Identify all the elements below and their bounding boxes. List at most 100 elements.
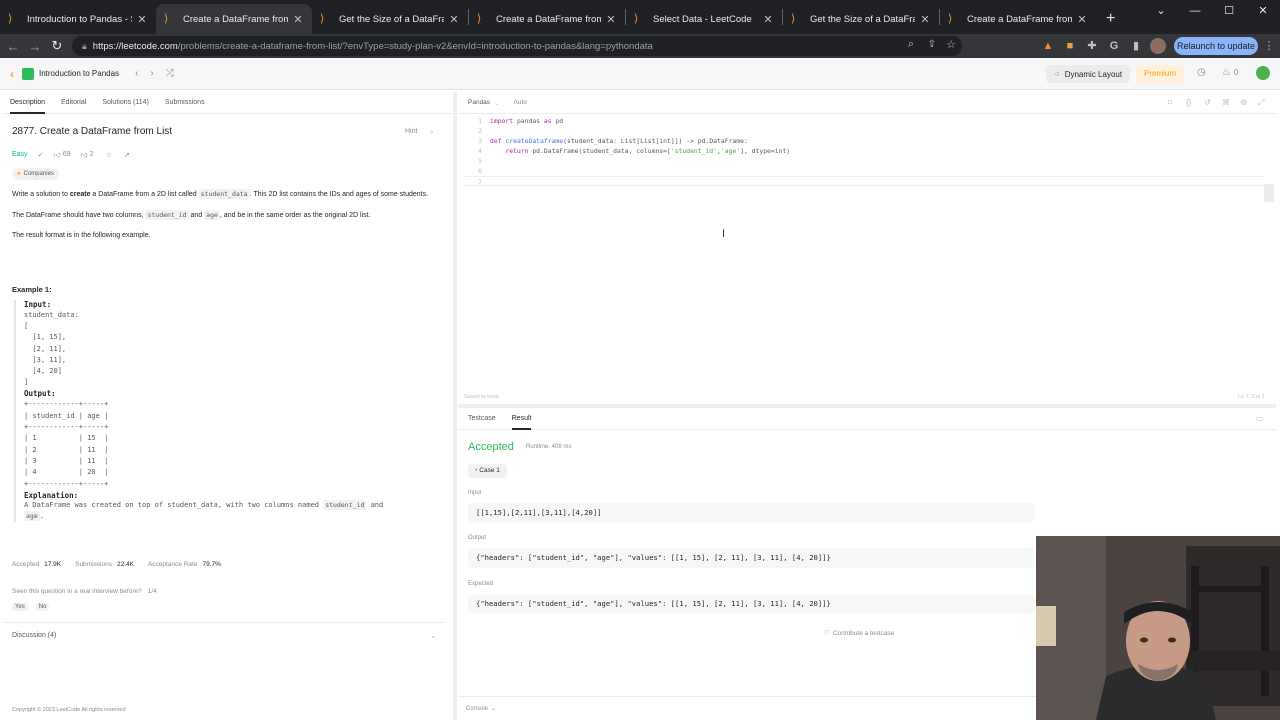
browser-tab[interactable]: ⟩ Get the Size of a DataFrame ✕ [312,4,468,34]
browser-tab-active[interactable]: ⟩ Create a DataFrame from List ✕ [156,4,312,34]
user-avatar[interactable] [1256,66,1270,80]
line-number: 2 [478,127,482,135]
text: . This 2D list contains the IDs and ages… [249,191,429,198]
forward-icon[interactable]: → [24,39,46,54]
inline-code: student_id [145,209,189,220]
next-problem-icon[interactable]: › [150,68,153,79]
lock-icon: 🔒︎ [82,40,87,51]
tab-submissions[interactable]: Submissions [165,92,205,114]
browser-tab[interactable]: ⟩ Introduction to Pandas - Stud ✕ [0,4,156,34]
close-icon[interactable]: ✕ [136,13,148,26]
expand-icon[interactable]: ⤢ [1258,98,1264,108]
close-icon[interactable]: ✕ [762,13,774,26]
discussion-toggle[interactable]: Discussion (4) [12,632,56,639]
browser-tab[interactable]: ⟩ Create a DataFrame from List ✕ [469,4,625,34]
tab-editorial[interactable]: Editorial [61,92,86,114]
tab-description[interactable]: Description [10,92,46,114]
star-icon[interactable]: ☆ [106,151,112,159]
code-line: 5 [464,156,490,166]
prev-problem-icon[interactable]: ‹ [135,68,138,79]
companies-tag[interactable]: ● Companies [12,168,59,180]
leetcode-favicon-icon: ⟩ [948,13,953,25]
new-tab-button[interactable]: + [1096,4,1125,34]
code-text: def createDataframe(student_data: List[L… [490,137,748,145]
inline-code: age [24,511,40,522]
thumbs-up-icon[interactable]: 👍︎ [53,150,60,159]
bookmark-icon[interactable]: ⌑ [1168,98,1172,107]
editor-side-tab[interactable] [1264,184,1274,202]
tab-result[interactable]: Result [511,408,531,430]
reload-icon[interactable]: ↻ [46,38,68,54]
line-number: 7 [478,178,482,186]
share-icon[interactable]: ↗ [124,151,130,159]
dynamic-layout-button[interactable]: ⁘ Dynamic Layout [1046,65,1131,83]
extension-icon[interactable]: ■ [1062,38,1078,54]
close-icon[interactable]: ✕ [1076,13,1088,26]
study-plan-title[interactable]: Introduction to Pandas [39,69,119,78]
contribute-testcase-link[interactable]: ♡ Contribute a testcase [824,629,894,637]
text: Seen this question in a real interview b… [12,588,142,595]
reset-icon[interactable]: ↺ [1204,98,1211,107]
leetcode-logo-icon[interactable]: ‹ [10,67,14,81]
console-toggle[interactable]: Console ⌄ [466,705,496,712]
description-tabs: Description Editorial Solutions (114) Su… [4,92,452,114]
collapse-icon[interactable]: ▭ [1256,414,1264,423]
example-output-table: +------------+-----+ | student_id | age … [24,400,109,488]
back-icon[interactable]: ← [2,39,24,54]
close-icon[interactable]: ✕ [919,13,931,26]
chevron-down-icon[interactable]: ⌄ [430,631,437,640]
stat-value: 22.4K [116,561,134,568]
settings-gear-icon[interactable]: ⚙ [1240,98,1247,107]
browser-tab[interactable]: ⟩ Select Data - LeetCode ✕ [626,4,782,34]
close-icon[interactable]: ✕ [292,13,304,26]
extension-fox-icon[interactable]: ▲ [1040,38,1056,54]
thumbs-down-icon[interactable]: 👎︎ [81,150,88,159]
side-panel-icon[interactable]: ▮ [1128,38,1144,54]
yes-button[interactable]: Yes [12,603,28,611]
problem-description: Write a solution to create a DataFrame f… [12,189,442,242]
maximize-icon[interactable]: ☐ [1212,0,1246,24]
minimize-icon[interactable]: — [1178,0,1212,24]
shortcut-icon[interactable]: ⌘ [1222,98,1230,107]
output-value: {"headers": ["student_id", "age"], "valu… [468,548,1034,568]
browser-tab[interactable]: ⟩ Get the Size of a DataFrame ✕ [783,4,939,34]
premium-button[interactable]: Premium [1136,65,1185,83]
hint-button[interactable]: Hint [405,128,417,135]
relaunch-button[interactable]: Relaunch to update [1174,37,1258,55]
tab-title: Introduction to Pandas - Stud [27,13,132,25]
code-line: 2 [464,126,490,136]
auto-complete-toggle[interactable]: Auto [514,99,527,106]
close-icon[interactable]: ✕ [605,13,617,26]
profile-avatar[interactable] [1150,38,1166,54]
code-area[interactable]: 1 import pandas as pd 2 3 def createDatafr… [464,116,1264,186]
leetcode-favicon-icon: ⟩ [320,13,325,25]
shuffle-icon[interactable]: ⤮ [166,68,174,79]
language-selector[interactable]: Pandas [468,99,490,106]
tab-solutions[interactable]: Solutions (114) [102,92,149,114]
tab-testcase[interactable]: Testcase [468,408,496,430]
google-icon[interactable]: G [1106,38,1122,54]
vertical-splitter[interactable] [453,92,457,720]
braces-icon[interactable]: {} [1186,98,1191,107]
search-icon[interactable]: ⌕ [908,38,914,51]
divider [4,622,444,623]
text: and [188,211,205,219]
bookmark-star-icon[interactable]: ☆ [946,38,956,51]
close-window-icon[interactable]: ✕ [1246,0,1280,24]
url-text: https://leetcode.com/problems/create-a-d… [93,41,653,52]
url-input[interactable]: 🔒︎ https://leetcode.com/problems/create-… [72,36,962,56]
timer-icon[interactable]: ◷ [1197,67,1206,78]
extensions-puzzle-icon[interactable]: ✚ [1084,38,1100,54]
leetcode-top-nav: ‹ Introduction to Pandas ‹ › ⤮ ⁘ Dynamic… [0,58,1280,90]
browser-tab[interactable]: ⟩ Create a DataFrame from List ✕ [940,4,1096,34]
close-icon[interactable]: ✕ [448,13,460,26]
text: , and be in the same order as the origin… [219,211,371,219]
webcam-image [1036,536,1280,720]
no-button[interactable]: No [35,603,50,611]
tab-search-icon[interactable]: ⌄ [1144,0,1178,24]
streak-flame-icon[interactable]: ♨ [1222,67,1231,78]
share-icon[interactable]: ⇪ [928,39,936,50]
more-menu-icon[interactable]: ⋮ [1261,38,1277,54]
info-icon[interactable]: ◦ [430,127,433,137]
case-1-button[interactable]: • Case 1 [468,464,507,478]
